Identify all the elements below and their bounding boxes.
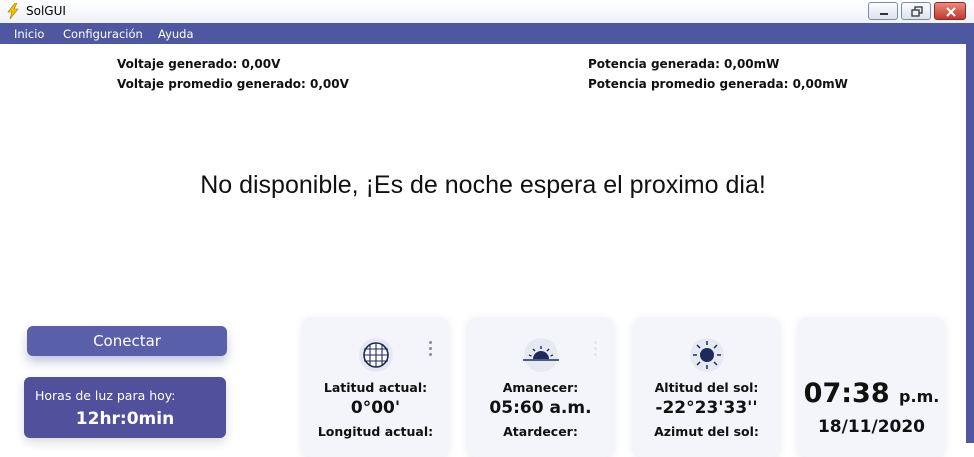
maximize-button[interactable]	[901, 2, 931, 20]
minimize-button[interactable]	[868, 2, 898, 20]
lightning-icon	[7, 3, 19, 19]
location-options-icon[interactable]	[427, 341, 433, 361]
minimize-icon	[880, 13, 888, 15]
window-title: SolGUI	[26, 4, 66, 18]
azimuth-label: Azimut del sol:	[654, 424, 759, 439]
avg-power-stat: Potencia promedio generada: 0,00mW	[588, 77, 848, 91]
daylight-label: Horas de luz para hoy:	[35, 388, 176, 403]
sunrise-value: 05:60 a.m.	[489, 398, 592, 418]
menu-bar: Inicio Configuración Ayuda	[0, 23, 966, 44]
clock-card: 07:38 p.m. 18/11/2020	[798, 317, 945, 457]
night-message: No disponible, ¡Es de noche espera el pr…	[200, 171, 766, 199]
menu-item-inicio[interactable]: Inicio	[14, 27, 44, 41]
window-border	[966, 23, 974, 443]
longitude-label: Longitud actual:	[317, 424, 434, 439]
sun-times-options-icon[interactable]	[592, 341, 598, 361]
power-stat: Potencia generada: 0,00mW	[588, 57, 780, 71]
latitude-label: Latitud actual:	[323, 380, 428, 395]
voltage-stat: Voltaje generado: 0,00V	[117, 57, 281, 71]
daylight-card: Horas de luz para hoy: 12hr:0min	[24, 377, 226, 438]
menu-item-ayuda[interactable]: Ayuda	[158, 27, 194, 41]
clock-time-display: 07:38 p.m.	[798, 378, 945, 409]
clock-ampm: p.m.	[899, 387, 940, 406]
close-button[interactable]	[934, 2, 966, 20]
daylight-value: 12hr:0min	[75, 409, 175, 429]
latitude-value: 0°00'	[350, 398, 401, 418]
sunrise-label: Amanecer:	[502, 380, 579, 395]
restore-icon	[911, 6, 923, 17]
close-icon	[946, 7, 956, 17]
avg-voltage-stat: Voltaje promedio generado: 0,00V	[117, 77, 349, 91]
clock-time: 07:38	[803, 378, 890, 409]
globe-icon	[358, 338, 393, 372]
sun-position-card: Altitud del sol: -22°23'33'' Azimut del …	[633, 317, 780, 457]
menu-item-configuracion[interactable]: Configuración	[63, 27, 143, 41]
sun-times-card: Amanecer: 05:60 a.m. Atardecer:	[467, 317, 614, 457]
sunset-label: Atardecer:	[503, 424, 578, 439]
sunrise-icon	[522, 338, 559, 372]
location-card: Latitud actual: 0°00' Longitud actual:	[302, 317, 449, 457]
sun-icon	[689, 338, 724, 372]
clock-date: 18/11/2020	[817, 417, 926, 437]
altitude-value: -22°23'33''	[655, 398, 758, 418]
title-bar: SolGUI	[0, 0, 974, 24]
connect-button[interactable]: Conectar	[27, 326, 227, 356]
altitude-label: Altitud del sol:	[654, 380, 759, 395]
